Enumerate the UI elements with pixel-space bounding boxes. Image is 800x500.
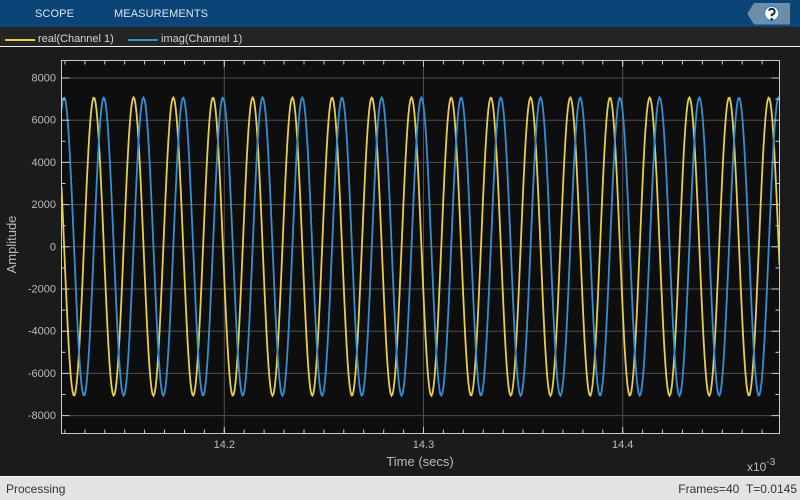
svg-text:-8000: -8000 [28,410,56,422]
svg-text:4000: 4000 [32,157,56,169]
svg-text:Time (secs): Time (secs) [386,454,453,469]
svg-text:2000: 2000 [32,199,56,211]
svg-text:8000: 8000 [32,73,56,85]
svg-text:14.4: 14.4 [612,439,633,451]
svg-text:-2000: -2000 [28,284,56,296]
svg-text:Amplitude: Amplitude [4,216,19,274]
svg-text:-4000: -4000 [28,326,56,338]
svg-text:-6000: -6000 [28,368,56,380]
svg-text:0: 0 [50,241,56,253]
svg-text:6000: 6000 [32,115,56,127]
svg-text:x10-3: x10-3 [747,457,776,474]
svg-text:14.3: 14.3 [413,439,434,451]
svg-text:14.2: 14.2 [214,439,235,451]
